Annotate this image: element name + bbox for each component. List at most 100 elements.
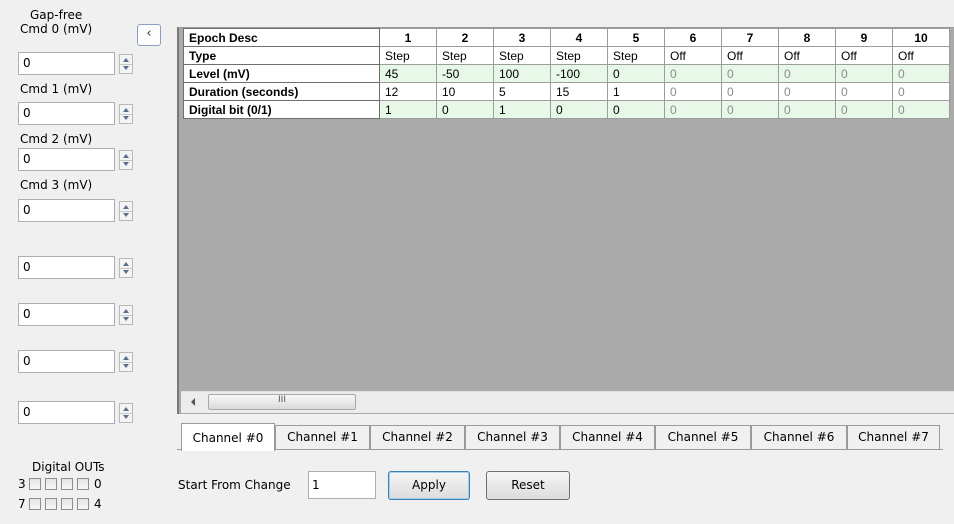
grid-cell[interactable]: Off — [835, 46, 893, 65]
cmd3-spin-buttons[interactable] — [119, 201, 133, 221]
spin-down-icon[interactable] — [123, 415, 129, 419]
grid-cell[interactable]: 12 — [379, 82, 437, 101]
tab-channel-0[interactable]: Channel #0 — [181, 423, 275, 451]
tab-channel-7[interactable]: Channel #7 — [847, 425, 940, 449]
extra-spinner-1[interactable]: 0 — [18, 256, 136, 279]
grid-cell[interactable]: -50 — [436, 64, 494, 83]
digital-out-bit-2[interactable] — [45, 478, 57, 490]
grid-cell[interactable]: Off — [721, 46, 779, 65]
grid-cell[interactable]: 0 — [835, 100, 893, 119]
grid-cell[interactable]: 0 — [778, 64, 836, 83]
grid-cell[interactable]: Off — [778, 46, 836, 65]
grid-cell[interactable]: Step — [436, 46, 494, 65]
cmd0-spin-buttons[interactable] — [119, 54, 133, 74]
grid-cell[interactable]: Off — [892, 46, 950, 65]
spin-down-icon[interactable] — [123, 364, 129, 368]
tab-channel-1[interactable]: Channel #1 — [275, 425, 370, 449]
scroll-left-icon[interactable] — [191, 398, 195, 406]
cmd2-spin-buttons[interactable] — [119, 150, 133, 170]
grid-cell[interactable]: 0 — [721, 82, 779, 101]
spin-up-icon[interactable] — [123, 58, 129, 62]
grid-cell[interactable]: 100 — [493, 64, 551, 83]
digital-out-bit-1[interactable] — [61, 478, 73, 490]
grid-cell[interactable]: 0 — [607, 64, 665, 83]
spin-down-icon[interactable] — [123, 116, 129, 120]
cmd0-input[interactable]: 0 — [18, 52, 115, 75]
spin-up-icon[interactable] — [123, 262, 129, 266]
spin-up-icon[interactable] — [123, 154, 129, 158]
cmd0-spinner[interactable]: 0 — [18, 52, 136, 75]
grid-cell[interactable]: 0 — [892, 82, 950, 101]
grid-cell[interactable]: 0 — [550, 100, 608, 119]
digital-out-bit-4[interactable] — [77, 498, 89, 510]
grid-cell[interactable]: 1 — [493, 100, 551, 119]
digital-out-bit-0[interactable] — [77, 478, 89, 490]
extra-spin-buttons-1[interactable] — [119, 258, 133, 278]
extra-spinner-4[interactable]: 0 — [18, 401, 136, 424]
tab-channel-2[interactable]: Channel #2 — [370, 425, 465, 449]
digital-out-bit-3[interactable] — [29, 478, 41, 490]
tab-channel-3[interactable]: Channel #3 — [465, 425, 560, 449]
grid-cell[interactable]: 0 — [607, 100, 665, 119]
extra-input-2[interactable]: 0 — [18, 303, 115, 326]
extra-spin-buttons-2[interactable] — [119, 305, 133, 325]
collapse-panel-button[interactable]: ‹ — [137, 24, 161, 46]
grid-cell[interactable]: 0 — [892, 64, 950, 83]
epoch-grid[interactable]: Epoch Desc 1 2 3 4 5 6 7 8 9 10 Type Ste… — [177, 27, 954, 414]
start-from-change-input[interactable]: 1 — [308, 471, 376, 499]
digital-out-bit-7[interactable] — [29, 498, 41, 510]
spin-down-icon[interactable] — [123, 162, 129, 166]
extra-spin-buttons-3[interactable] — [119, 352, 133, 372]
grid-cell[interactable]: 0 — [892, 100, 950, 119]
scroll-thumb[interactable]: III — [208, 394, 356, 410]
grid-cell[interactable]: 0 — [664, 82, 722, 101]
extra-input-3[interactable]: 0 — [18, 350, 115, 373]
cmd3-input[interactable]: 0 — [18, 199, 115, 222]
grid-cell[interactable]: 0 — [664, 64, 722, 83]
grid-cell[interactable]: 0 — [835, 82, 893, 101]
tab-channel-4[interactable]: Channel #4 — [560, 425, 655, 449]
spin-up-icon[interactable] — [123, 108, 129, 112]
cmd2-spinner[interactable]: 0 — [18, 148, 136, 171]
grid-cell[interactable]: 1 — [379, 100, 437, 119]
grid-cell[interactable]: 10 — [436, 82, 494, 101]
grid-cell[interactable]: Off — [664, 46, 722, 65]
spin-down-icon[interactable] — [123, 66, 129, 70]
reset-button[interactable]: Reset — [486, 471, 570, 500]
grid-cell[interactable]: 15 — [550, 82, 608, 101]
tab-channel-5[interactable]: Channel #5 — [655, 425, 751, 449]
cmd1-spinner[interactable]: 0 — [18, 102, 136, 125]
spin-up-icon[interactable] — [123, 309, 129, 313]
digital-out-bit-6[interactable] — [45, 498, 57, 510]
extra-spin-buttons-4[interactable] — [119, 403, 133, 423]
spin-down-icon[interactable] — [123, 213, 129, 217]
grid-cell[interactable]: 1 — [607, 82, 665, 101]
grid-cell[interactable]: 0 — [721, 100, 779, 119]
grid-cell[interactable]: 0 — [778, 82, 836, 101]
spin-down-icon[interactable] — [123, 317, 129, 321]
grid-cell[interactable]: 0 — [835, 64, 893, 83]
grid-cell[interactable]: Step — [550, 46, 608, 65]
grid-cell[interactable]: Step — [493, 46, 551, 65]
grid-cell[interactable]: 5 — [493, 82, 551, 101]
cmd1-spin-buttons[interactable] — [119, 104, 133, 124]
spin-down-icon[interactable] — [123, 270, 129, 274]
spin-up-icon[interactable] — [123, 356, 129, 360]
grid-cell[interactable]: 45 — [379, 64, 437, 83]
digital-out-bit-5[interactable] — [61, 498, 73, 510]
grid-cell[interactable]: -100 — [550, 64, 608, 83]
horizontal-scrollbar[interactable]: III — [181, 391, 954, 413]
extra-input-1[interactable]: 0 — [18, 256, 115, 279]
grid-cell[interactable]: 0 — [664, 100, 722, 119]
grid-cell[interactable]: 0 — [721, 64, 779, 83]
grid-cell[interactable]: Step — [607, 46, 665, 65]
apply-button[interactable]: Apply — [388, 471, 470, 500]
tab-channel-6[interactable]: Channel #6 — [751, 425, 847, 449]
spin-up-icon[interactable] — [123, 205, 129, 209]
extra-input-4[interactable]: 0 — [18, 401, 115, 424]
grid-cell[interactable]: 0 — [436, 100, 494, 119]
cmd2-input[interactable]: 0 — [18, 148, 115, 171]
extra-spinner-3[interactable]: 0 — [18, 350, 136, 373]
extra-spinner-2[interactable]: 0 — [18, 303, 136, 326]
grid-cell[interactable]: Step — [379, 46, 437, 65]
